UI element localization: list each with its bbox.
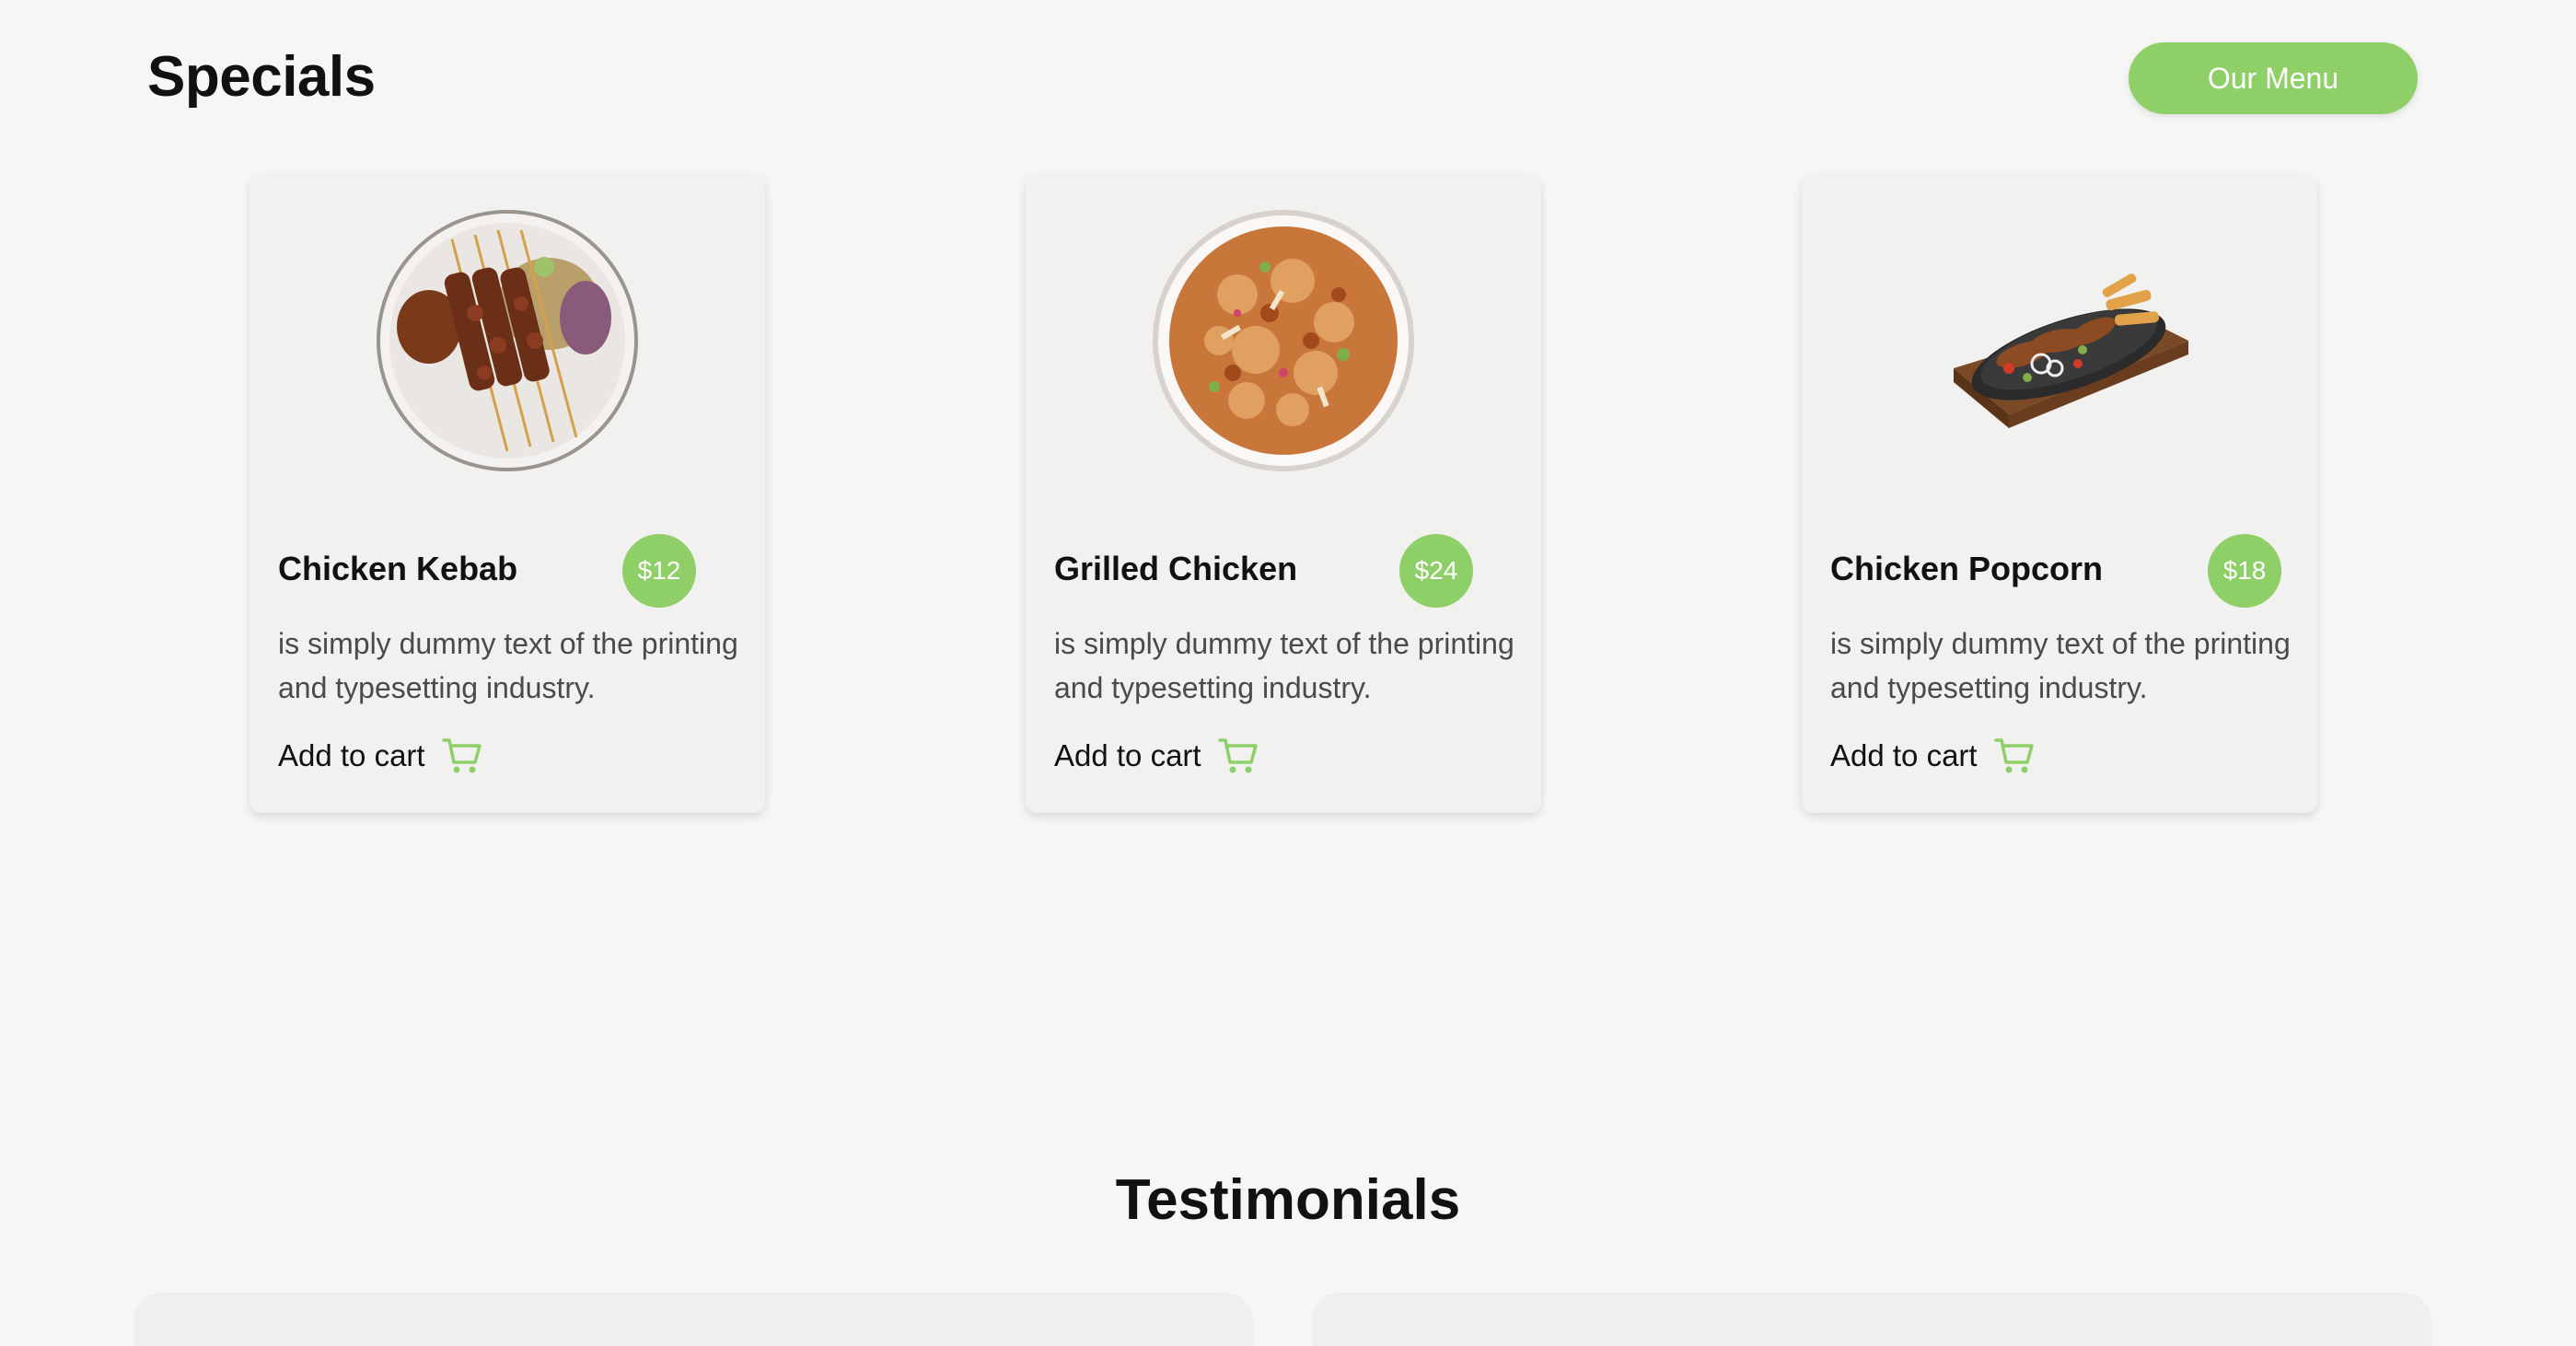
chicken-kebab-image <box>377 210 638 471</box>
price-badge: $24 <box>1399 534 1473 608</box>
special-description: is simply dummy text of the printing and… <box>1830 627 2291 704</box>
price-badge: $18 <box>2208 534 2281 608</box>
special-name: Chicken Popcorn <box>1830 550 2104 587</box>
our-menu-button[interactable]: Our Menu <box>2129 42 2418 114</box>
shopping-cart-icon <box>1217 738 1258 773</box>
special-card-chicken-popcorn: Chicken Popcorn $18 is simply dummy text… <box>1802 175 2317 813</box>
testimonials-title: Testimonials <box>1115 1168 1461 1232</box>
chicken-popcorn-image <box>1954 273 2188 428</box>
special-name: Grilled Chicken <box>1054 550 1298 587</box>
shopping-cart-icon <box>441 738 482 773</box>
special-name: Chicken Kebab <box>278 550 518 587</box>
specials-title: Specials <box>147 45 376 109</box>
add-to-cart-label: Add to cart <box>1054 738 1201 772</box>
testimonial-card <box>133 1293 1253 1346</box>
add-to-cart-label: Add to cart <box>1830 738 1978 772</box>
grilled-chicken-image <box>1153 210 1414 471</box>
add-to-cart-button[interactable]: Add to cart <box>1830 737 2035 775</box>
testimonial-card <box>1312 1293 2431 1346</box>
special-description: is simply dummy text of the printing and… <box>278 627 738 704</box>
special-card-chicken-kebab: Chicken Kebab $12 is simply dummy text o… <box>249 175 765 813</box>
shopping-cart-icon <box>1993 738 2034 773</box>
add-to-cart-button[interactable]: Add to cart <box>1054 737 1259 775</box>
page: Specials Our Menu Chicken Kebab $12 is s… <box>0 0 2576 1346</box>
add-to-cart-button[interactable]: Add to cart <box>278 737 482 775</box>
special-card-grilled-chicken: Grilled Chicken $24 is simply dummy text… <box>1026 175 1541 813</box>
price-badge: $12 <box>622 534 696 608</box>
add-to-cart-label: Add to cart <box>278 738 425 772</box>
special-description: is simply dummy text of the printing and… <box>1054 627 1514 704</box>
